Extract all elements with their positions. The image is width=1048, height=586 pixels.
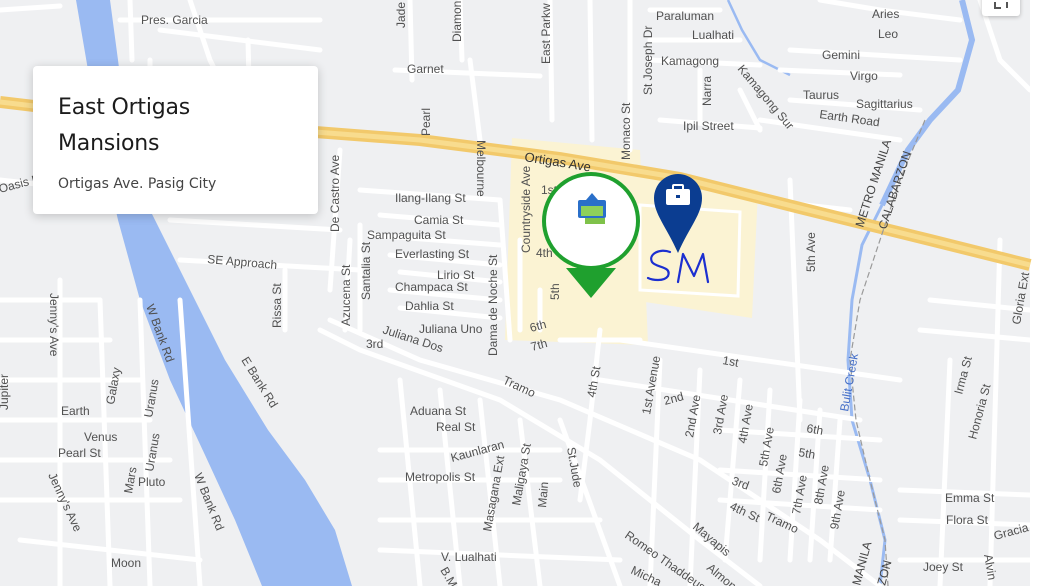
place-title: East Ortigas Mansions (58, 90, 293, 162)
map-label: Aduana St (410, 404, 467, 418)
map-label: Sampaguita St (367, 228, 446, 242)
map-label: St Joseph Dr (641, 26, 655, 95)
map-label: Moon (111, 556, 141, 570)
map-label: Jenny's Ave (47, 293, 61, 357)
map-label: Pearl St (58, 446, 101, 460)
fullscreen-icon (994, 2, 1008, 9)
place-title-line1: East Ortigas (58, 95, 191, 120)
place-address: Ortigas Ave. Pasig City (58, 176, 217, 192)
map-label: Real St (436, 420, 476, 434)
fullscreen-button[interactable] (982, 0, 1020, 16)
map-label: Garnet (407, 62, 444, 76)
map-label: 1st (721, 353, 740, 370)
map-label: Champaca St (395, 280, 468, 294)
map-label: Aries (872, 7, 899, 21)
map-label: Pluto (138, 475, 166, 489)
map-edge (1030, 0, 1048, 586)
map-label: Juliana Uno (419, 322, 483, 336)
map-label: Main (535, 481, 551, 508)
map-label: 5th (797, 445, 816, 462)
map-label: De Castro Ave (328, 155, 342, 232)
map-label: Dama de Noche St (486, 254, 500, 356)
map-label: Metropolis St (405, 470, 476, 484)
map-label: Joey St (923, 560, 964, 574)
map-label: Santalia St (359, 241, 373, 300)
map-label: Dahlia St (405, 299, 454, 313)
map-label: Pearl (419, 108, 433, 136)
map-label: Virgo (850, 69, 878, 83)
map-label: 5th (548, 283, 562, 300)
map-label: 3rd (366, 337, 383, 351)
map-label: Kamagong (661, 54, 719, 68)
map-label: Leo (878, 27, 898, 41)
map-label: Taurus (803, 88, 839, 102)
map-label: Narra (700, 76, 714, 106)
place-card: East Ortigas Mansions Ortigas Ave. Pasig… (33, 66, 318, 214)
map-label: 6th (805, 421, 824, 438)
map-label: Lualhati (692, 28, 734, 42)
map-label: Diamon (450, 1, 464, 42)
map-label: Melbourne (474, 140, 488, 197)
map-label: Azucena St (339, 264, 353, 326)
map-label: Countryside Ave (519, 166, 533, 253)
map-label: Rissa St (270, 283, 284, 328)
map-label: Flora St (946, 513, 989, 527)
map-label: Camia St (414, 213, 464, 227)
map-label: 5th Ave (804, 232, 818, 272)
map-label: Earth (61, 404, 90, 418)
map-label: Monaco St (619, 102, 633, 160)
map-label: Ipil Street (683, 119, 734, 133)
map-label: V. Lualhati (441, 550, 497, 564)
map-label: Jupiter (0, 374, 11, 410)
map-label: Ilang-Ilang St (395, 191, 466, 205)
map-label: Jade (394, 2, 408, 28)
map-label: East Parkw (539, 3, 553, 64)
map-label: Sagittarius (856, 97, 913, 111)
map-label: Everlasting St (395, 247, 470, 261)
place-title-line2: Mansions (58, 131, 160, 156)
map-label: Emma St (945, 491, 995, 505)
map-label: Pres. Garcia (141, 13, 208, 27)
map-label: Gemini (822, 48, 860, 62)
map-label: Paraluman (656, 9, 714, 23)
map-label: Venus (84, 430, 117, 444)
